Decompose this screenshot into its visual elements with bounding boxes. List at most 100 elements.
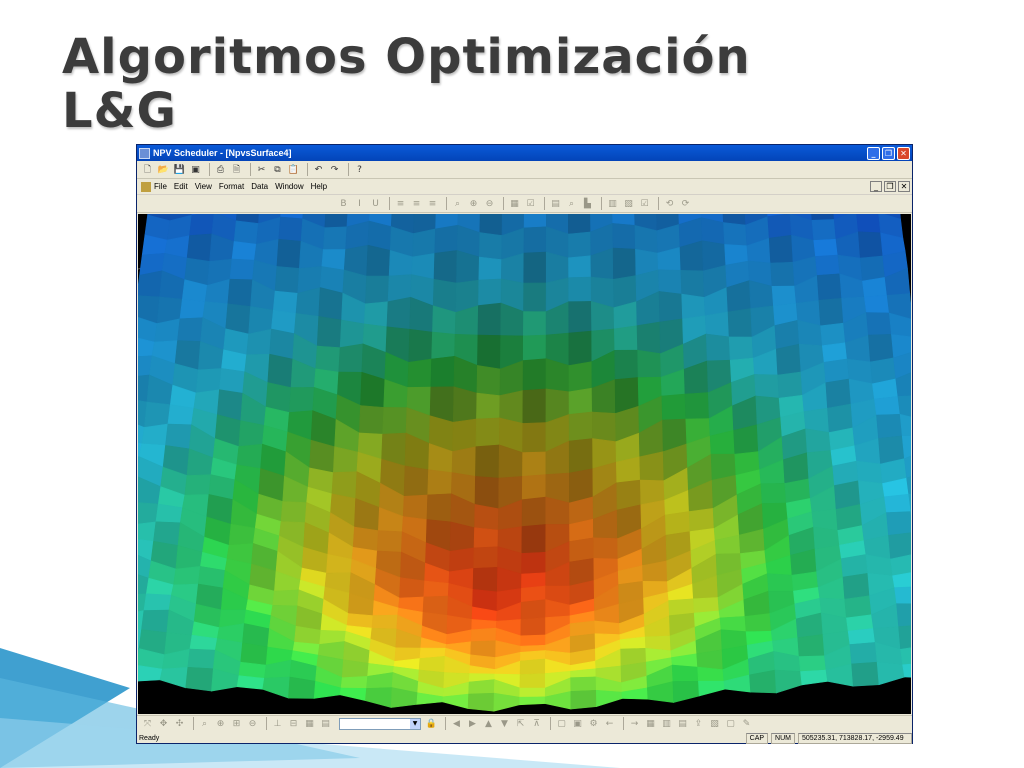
zoom-in-icon[interactable]: ⊕ (467, 198, 480, 210)
zoom-out-view-icon[interactable]: ⊖ (246, 718, 259, 730)
back-icon[interactable]: ← (603, 718, 616, 730)
chart-icon[interactable]: ▦ (508, 198, 521, 210)
toolbar-separator (348, 163, 349, 176)
check-icon[interactable]: ☑ (524, 198, 537, 210)
pan-icon[interactable]: ✥ (157, 718, 170, 730)
print-preview-icon[interactable]: 🗎 (230, 164, 243, 176)
surface-facet (523, 251, 547, 284)
export-icon[interactable]: ⇪ (692, 718, 705, 730)
surface-facet (477, 334, 501, 370)
redo-icon[interactable]: ↷ (328, 164, 341, 176)
surface-facet (859, 255, 886, 282)
align-center-icon[interactable]: ≡ (410, 198, 423, 210)
rotate-icon[interactable]: ⤧ (141, 718, 154, 730)
minimize-button[interactable]: _ (867, 146, 880, 160)
data-icon[interactable]: ▧ (708, 718, 721, 730)
properties-icon[interactable]: ▣ (571, 718, 584, 730)
pointer-icon[interactable]: ⇱ (514, 718, 527, 730)
surface-facet (760, 483, 787, 504)
surface-facet (189, 214, 215, 236)
surface-facet (272, 290, 299, 314)
surface-facet (449, 547, 475, 573)
forward-icon[interactable]: → (628, 718, 641, 730)
cut-icon[interactable]: ✂ (255, 164, 268, 176)
up-icon[interactable]: ▲ (482, 718, 495, 730)
histogram-icon[interactable]: ▙ (581, 198, 594, 210)
combo-dropdown-arrow-icon[interactable]: ▼ (410, 718, 420, 729)
zoom-in-view-icon[interactable]: ⊕ (214, 718, 227, 730)
unlink-icon[interactable]: ⟳ (679, 198, 692, 210)
context-help-icon[interactable]: ? (353, 164, 366, 176)
section-icon[interactable]: ⊥ (271, 718, 284, 730)
align-right-icon[interactable]: ≡ (426, 198, 439, 210)
print-icon[interactable]: ⎙ (214, 164, 227, 176)
marker-icon[interactable]: ⊼ (530, 718, 543, 730)
3d-surface-viewport[interactable] (138, 214, 911, 714)
menu-window[interactable]: Window (275, 182, 303, 191)
menu-view[interactable]: View (195, 182, 212, 191)
menu-format[interactable]: Format (219, 182, 244, 191)
move-icon[interactable]: ✣ (173, 718, 186, 730)
prev-icon[interactable]: ◀ (450, 718, 463, 730)
new-icon[interactable]: 🗋 (141, 164, 154, 176)
save-icon[interactable]: 💾 (173, 164, 186, 176)
menu-help[interactable]: Help (311, 182, 327, 191)
window-icon[interactable]: ▢ (724, 718, 737, 730)
surface-facet (568, 387, 593, 415)
bold-icon[interactable]: B (337, 198, 350, 210)
view-combo-box[interactable]: ▼ (339, 717, 421, 730)
open-icon[interactable]: 📂 (157, 164, 170, 176)
layer-icon[interactable]: ▤ (319, 718, 332, 730)
surface-facet (857, 231, 884, 259)
align-left-icon[interactable]: ≡ (394, 198, 407, 210)
grid-icon[interactable]: ▦ (303, 718, 316, 730)
surface-facet (365, 275, 390, 305)
zoom-window-icon[interactable]: ⊞ (230, 718, 243, 730)
zoom-view-icon[interactable]: ⌕ (198, 718, 211, 730)
npv-surface-3d-view[interactable] (138, 214, 911, 714)
status-bar: Ready CAP NUM 505235.31, 713828.17, -295… (137, 732, 912, 744)
close-button[interactable]: ✕ (897, 146, 910, 160)
lock-icon[interactable]: 🔒 (425, 718, 438, 730)
next-icon[interactable]: ▶ (466, 718, 479, 730)
stats-icon[interactable]: ▧ (622, 198, 635, 210)
surface-facet (798, 655, 827, 672)
menu-data[interactable]: Data (251, 182, 268, 191)
view-box-icon[interactable]: ▢ (555, 718, 568, 730)
link-icon[interactable]: ⟲ (663, 198, 676, 210)
italic-icon[interactable]: I (353, 198, 366, 210)
mdi-close-button[interactable]: ✕ (898, 181, 910, 192)
surface-facet (272, 589, 300, 607)
bar-chart-icon[interactable]: ▥ (606, 198, 619, 210)
surface-facet (141, 423, 169, 446)
down-icon[interactable]: ▼ (498, 718, 511, 730)
note-icon[interactable]: ✎ (740, 718, 753, 730)
zoom-icon[interactable]: ⌕ (451, 198, 464, 210)
underline-icon[interactable]: U (369, 198, 382, 210)
graph-icon[interactable]: ▤ (549, 198, 562, 210)
mdi-restore-button[interactable]: ❐ (884, 181, 896, 192)
restore-button[interactable]: ❐ (882, 146, 895, 160)
table-icon[interactable]: ▦ (644, 718, 657, 730)
menu-edit[interactable]: Edit (174, 182, 188, 191)
surface-facet (141, 609, 170, 633)
plan-view-icon[interactable]: ⊟ (287, 718, 300, 730)
window-titlebar[interactable]: NPV Scheduler - [NpvsSurface4] _ ❐ ✕ (137, 145, 912, 161)
settings-icon[interactable]: ⚙ (587, 718, 600, 730)
surface-facet (754, 374, 780, 399)
mdi-minimize-button[interactable]: _ (870, 181, 882, 192)
paste-icon[interactable]: 📋 (287, 164, 300, 176)
surface-facet (138, 521, 157, 542)
search-icon[interactable]: ⌕ (565, 198, 578, 210)
surface-facet (898, 625, 911, 650)
undo-icon[interactable]: ↶ (312, 164, 325, 176)
report-icon[interactable]: ▤ (676, 718, 689, 730)
menu-file[interactable]: File (154, 182, 167, 191)
surface-facet (165, 423, 192, 450)
sheet-icon[interactable]: ▥ (660, 718, 673, 730)
save-all-icon[interactable]: ▣ (189, 164, 202, 176)
surface-facet (767, 214, 792, 239)
copy-icon[interactable]: ⧉ (271, 164, 284, 176)
checkbox-icon[interactable]: ☑ (638, 198, 651, 210)
zoom-out-icon[interactable]: ⊖ (483, 198, 496, 210)
